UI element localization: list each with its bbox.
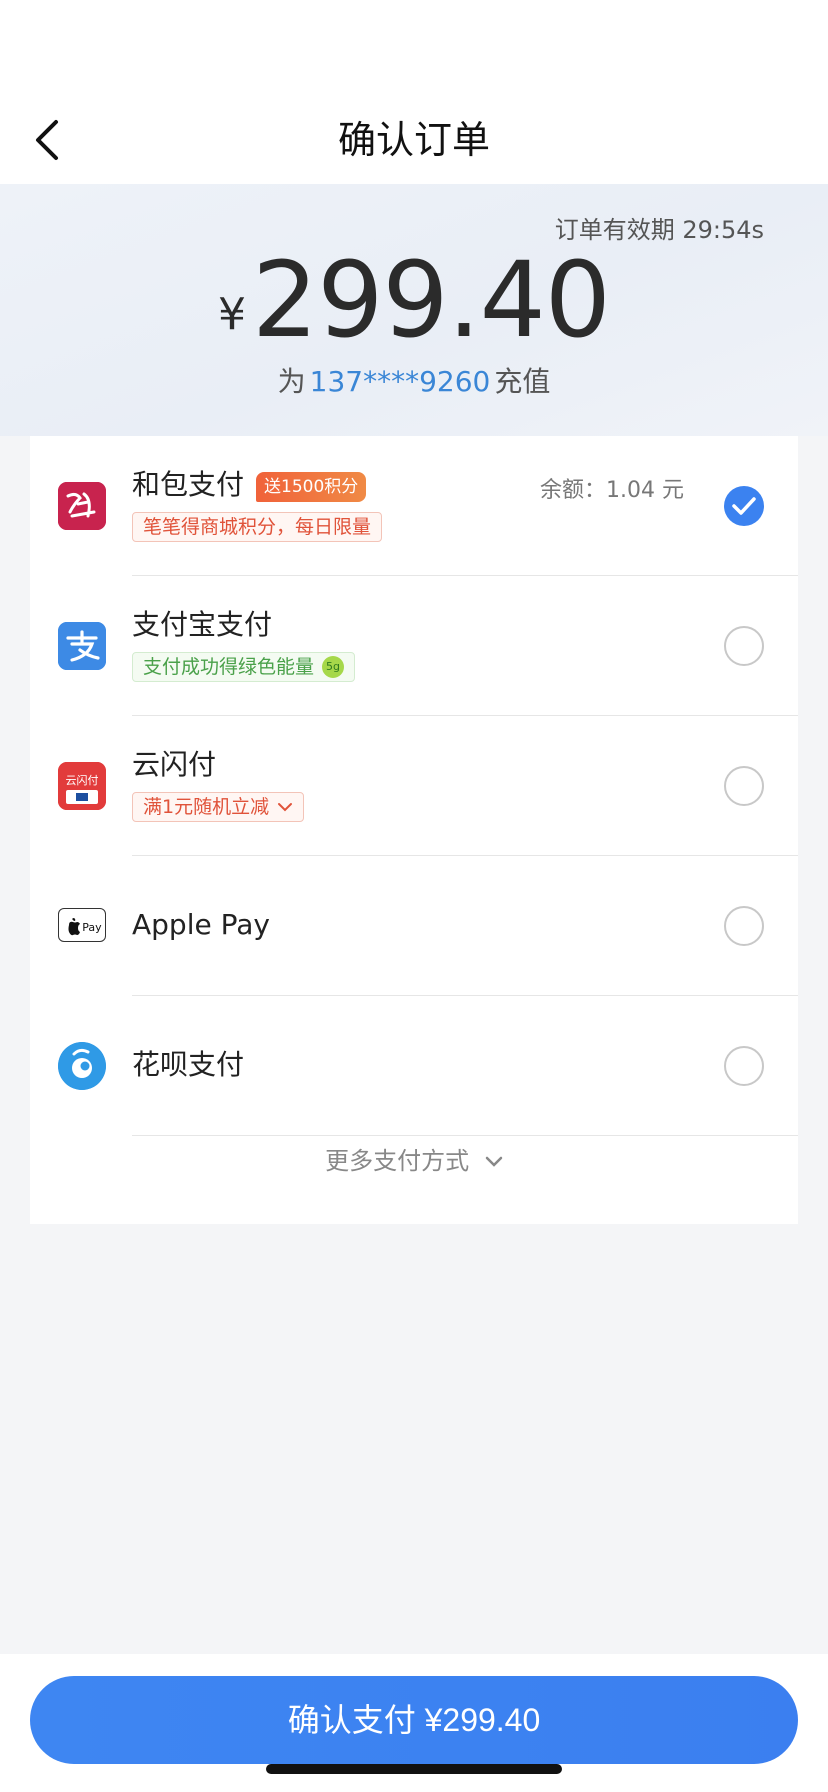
huabei-icon <box>58 1042 106 1090</box>
payment-option-unionpay[interactable]: 云闪付 云闪付 满1元随机立减 <box>30 716 798 856</box>
home-indicator <box>266 1764 562 1774</box>
nav-bar: 确认订单 <box>0 0 828 184</box>
payment-name: 花呗支付 <box>132 1048 245 1081</box>
promo-tag[interactable]: 满1元随机立减 <box>132 792 305 822</box>
payment-option-apple-pay[interactable]: Pay Apple Pay <box>30 856 798 996</box>
amount-value: 299.40 <box>252 239 611 361</box>
radio-unselected[interactable] <box>724 906 764 946</box>
unionpay-icon: 云闪付 <box>58 762 106 810</box>
payment-option-huabei[interactable]: 花呗支付 <box>30 996 798 1136</box>
recharge-suffix: 充值 <box>494 365 551 398</box>
payment-name: 和包支付 <box>132 468 245 501</box>
recharge-prefix: 为 <box>277 365 306 398</box>
more-payment-methods[interactable]: 更多支付方式 <box>30 1136 798 1186</box>
payment-name: 支付宝支付 <box>132 608 273 641</box>
more-payment-label: 更多支付方式 <box>325 1147 470 1175</box>
chevron-down-icon <box>485 1156 503 1167</box>
page-title: 确认订单 <box>337 118 490 162</box>
radio-unselected[interactable] <box>724 1046 764 1086</box>
promo-tag: 支付成功得绿色能量 5g <box>132 652 356 682</box>
bottom-action-bar: 确认支付 ¥299.40 <box>0 1654 828 1792</box>
order-summary: 订单有效期 29:54s ¥ 299.40 为 137****9260 充值 <box>0 184 828 436</box>
hebao-icon <box>58 482 106 530</box>
check-icon <box>732 497 756 515</box>
svg-text:Pay: Pay <box>82 921 102 934</box>
payment-option-hebao[interactable]: 和包支付 送1500积分 余额：1.04 元 笔笔得商城积分，每日限量 <box>30 436 798 576</box>
currency-symbol: ¥ <box>218 289 247 340</box>
phone-number: 137****9260 <box>309 365 491 398</box>
payment-name: Apple Pay <box>132 908 270 941</box>
promo-tag: 笔笔得商城积分，每日限量 <box>132 512 383 542</box>
confirm-payment-button[interactable]: 确认支付 ¥299.40 <box>30 1676 798 1764</box>
svg-text:云闪付: 云闪付 <box>66 773 99 787</box>
green-energy-icon: 5g <box>322 656 345 678</box>
points-promo-badge: 送1500积分 <box>256 472 367 502</box>
recharge-target: 为 137****9260 充值 <box>0 360 828 400</box>
amount-display: ¥ 299.40 <box>0 239 828 361</box>
radio-unselected[interactable] <box>724 766 764 806</box>
payment-name: 云闪付 <box>132 748 217 781</box>
payment-methods-list: 和包支付 送1500积分 余额：1.04 元 笔笔得商城积分，每日限量 支付宝支… <box>30 436 798 1224</box>
promo-tag-text: 支付成功得绿色能量 <box>143 656 315 678</box>
payment-option-alipay[interactable]: 支付宝支付 支付成功得绿色能量 5g <box>30 576 798 716</box>
promo-tag-text: 满1元随机立减 <box>143 796 270 818</box>
alipay-icon <box>58 622 106 670</box>
radio-unselected[interactable] <box>724 626 764 666</box>
radio-selected[interactable] <box>724 486 764 526</box>
chevron-down-icon <box>278 803 293 812</box>
apple-pay-icon: Pay <box>58 908 106 942</box>
balance-label: 余额：1.04 元 <box>540 478 684 503</box>
